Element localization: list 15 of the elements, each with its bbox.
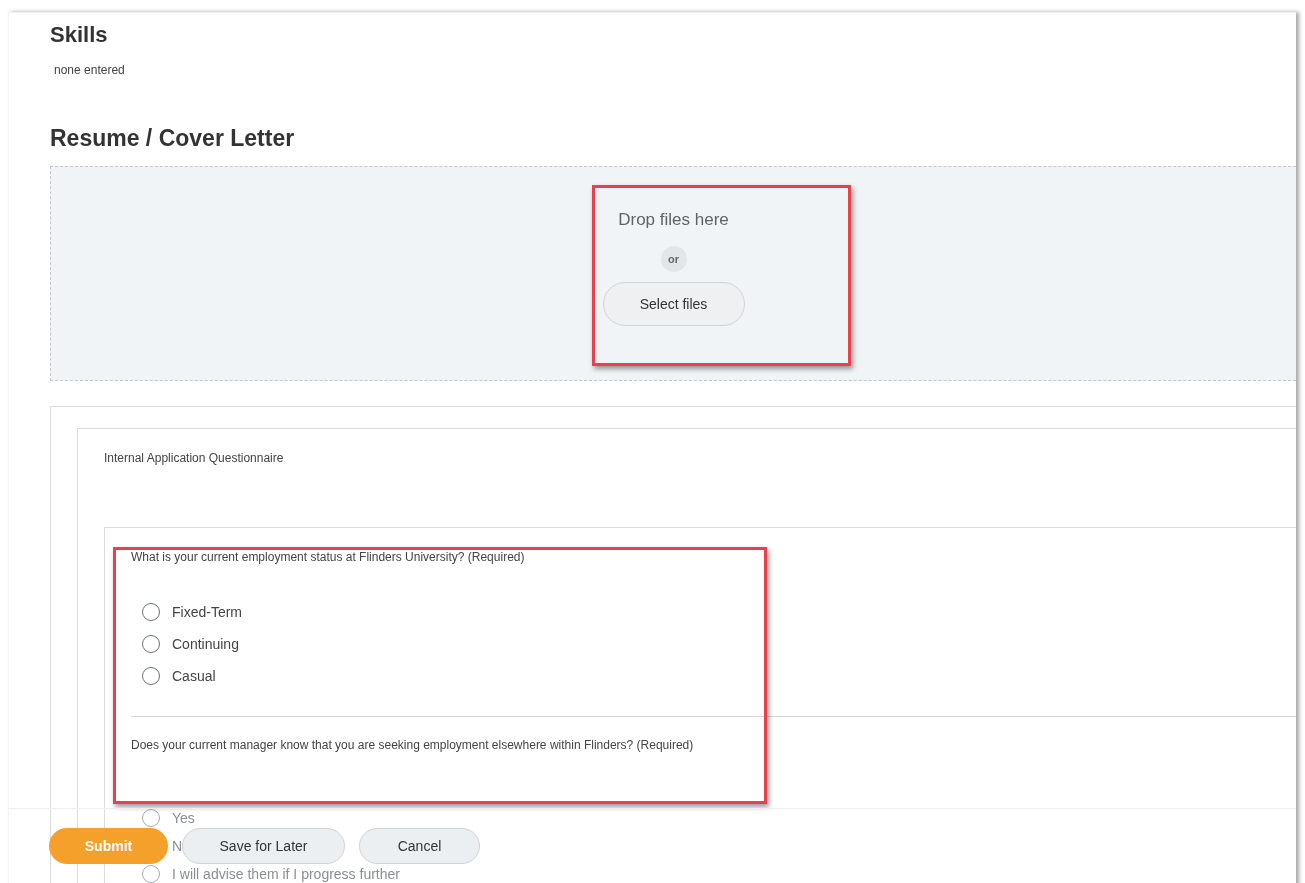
skills-value: none entered bbox=[54, 63, 126, 77]
option-label[interactable]: Fixed-Term bbox=[172, 604, 242, 620]
section-heading: Resume / Cover Letter bbox=[50, 124, 296, 153]
section-heading: Skills bbox=[50, 21, 109, 49]
action-button[interactable]: Save for Later bbox=[182, 828, 345, 864]
question-text: What is your current employment status at Flinders University? (Required) bbox=[131, 550, 526, 564]
action-button[interactable]: Cancel bbox=[359, 828, 480, 864]
option-label[interactable]: Casual bbox=[172, 668, 216, 684]
file-drop-zone[interactable]: Drop files here or Select files bbox=[50, 166, 1296, 381]
questionnaire-title: Internal Application Questionnaire bbox=[104, 451, 285, 465]
drop-hint: Drop files here bbox=[618, 210, 729, 230]
or-separator: or bbox=[660, 246, 687, 272]
select-files-button[interactable]: Select files bbox=[602, 282, 745, 326]
question-text: Does your current manager know that you are seeking employment elsewhere within Flinders? (Required) bbox=[131, 738, 695, 752]
option-label[interactable]: Continuing bbox=[172, 636, 239, 652]
